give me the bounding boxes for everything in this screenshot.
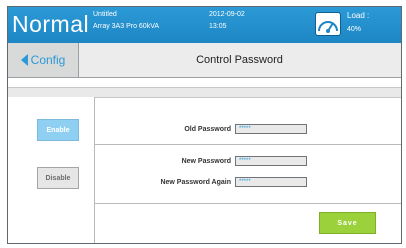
- datetime: 2012-09-02 13:05: [209, 10, 245, 32]
- load-readout: Load : 40%: [347, 10, 369, 35]
- form-divider: [95, 144, 401, 145]
- new-password-again-field[interactable]: *****: [235, 177, 307, 187]
- new-password-label: New Password: [181, 158, 231, 165]
- save-button[interactable]: Save: [319, 212, 376, 234]
- new-password-field[interactable]: *****: [235, 156, 307, 166]
- time-text: 13:05: [209, 23, 227, 30]
- config-back-button[interactable]: Config: [8, 43, 79, 77]
- enable-button[interactable]: Enable: [37, 119, 79, 141]
- operating-mode: Normal: [12, 11, 90, 37]
- load-label: Load :: [347, 11, 370, 20]
- status-header: Normal Untitled Array 3A3 Pro 60kVA 2012…: [8, 7, 401, 43]
- new-password-again-label: New Password Again: [160, 179, 231, 186]
- back-arrow-icon: [20, 54, 28, 66]
- load-value: 40%: [347, 26, 362, 33]
- page-title: Control Password: [196, 54, 283, 66]
- disable-button[interactable]: Disable: [37, 167, 79, 189]
- device-model: Array 3A3 Pro 60kVA: [93, 23, 160, 30]
- date-text: 2012-09-02: [209, 11, 245, 18]
- file-name: Untitled: [93, 11, 117, 18]
- config-back-label: Config: [30, 53, 66, 67]
- old-password-field[interactable]: *****: [235, 124, 307, 134]
- form-footer-divider: [95, 203, 401, 204]
- app-window: Normal Untitled Array 3A3 Pro 60kVA 2012…: [7, 6, 402, 244]
- old-password-label: Old Password: [184, 126, 231, 133]
- file-info: Untitled Array 3A3 Pro 60kVA: [93, 10, 159, 32]
- mode-column: Enable Disable: [8, 97, 95, 243]
- title-bar: Config Control Password: [8, 43, 401, 78]
- load-gauge-icon[interactable]: [315, 12, 341, 36]
